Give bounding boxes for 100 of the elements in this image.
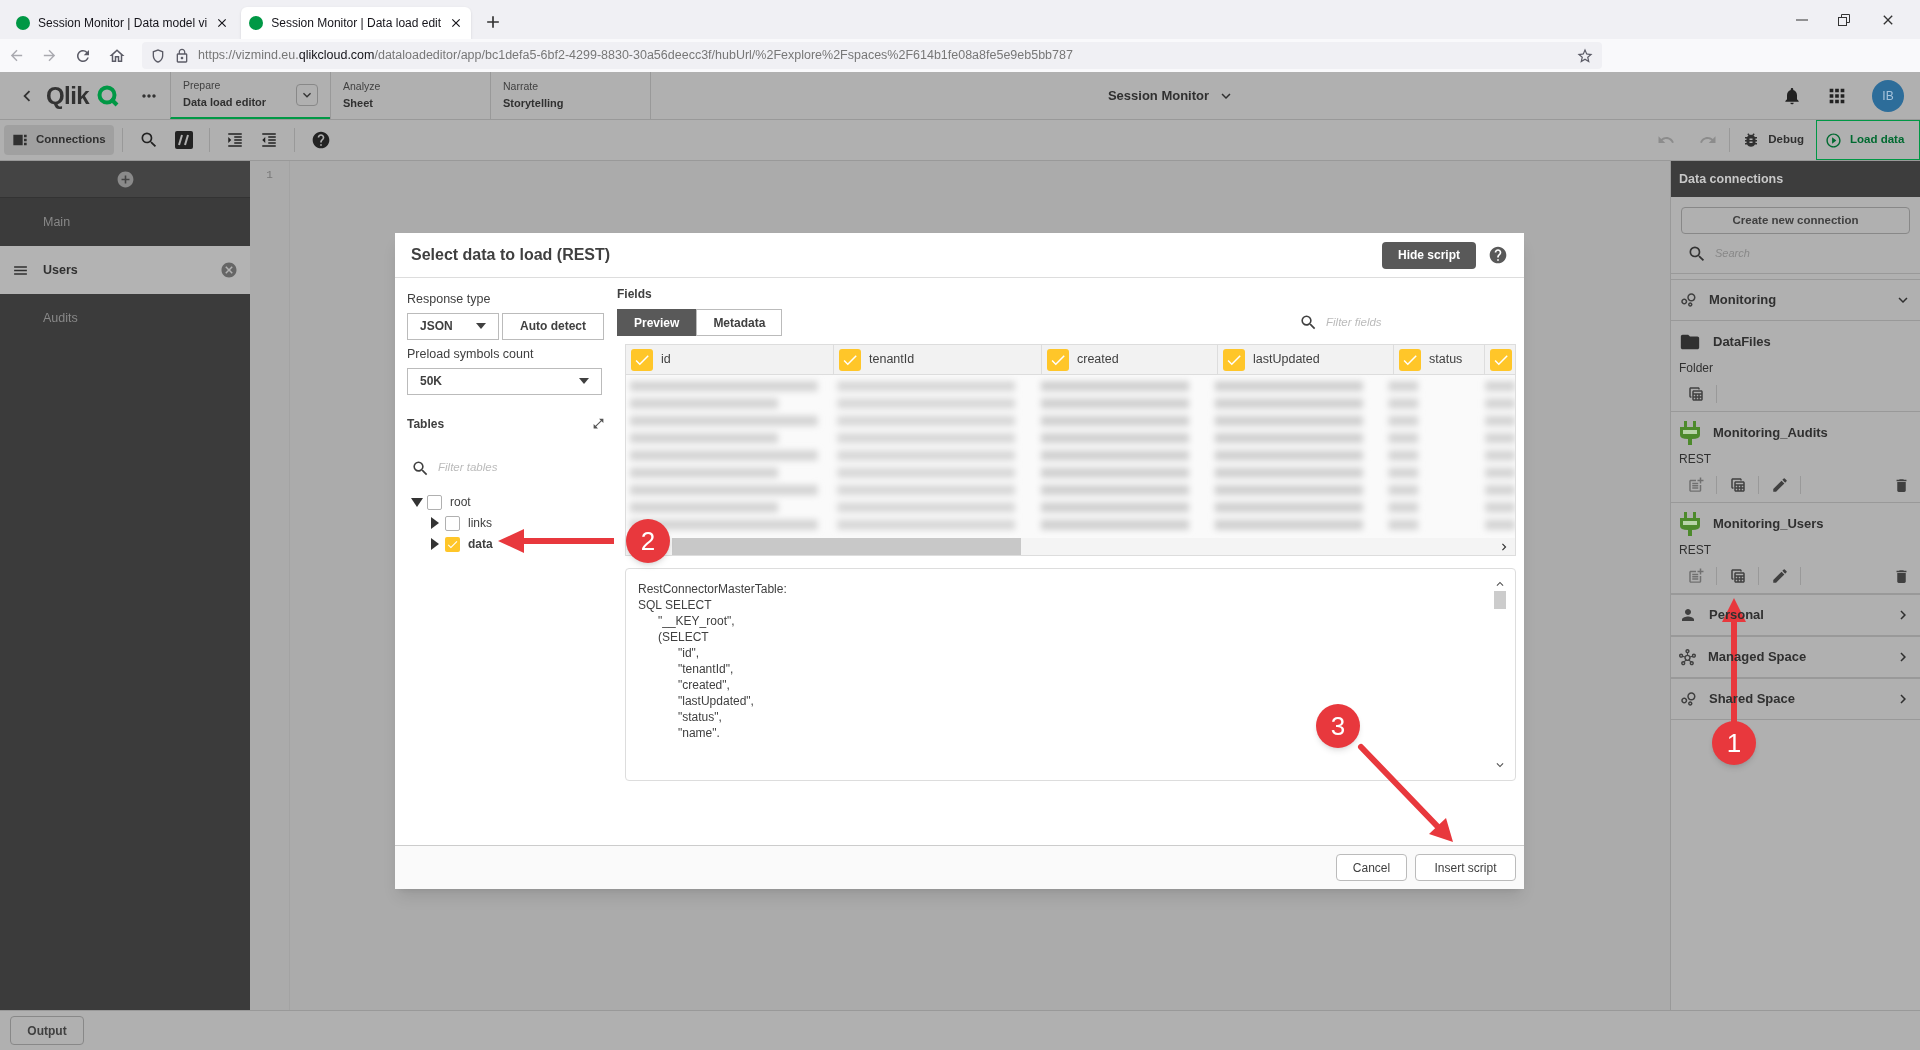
nav-section: Narrate: [503, 79, 638, 96]
column-header[interactable]: lastUpdated: [1218, 345, 1394, 374]
nav-tab[interactable]: Narrate Storytelling: [490, 72, 650, 119]
dropdown-button[interactable]: [296, 83, 318, 106]
load-data-button[interactable]: Load data: [1816, 120, 1920, 160]
scrollbar-thumb[interactable]: [1494, 591, 1506, 609]
primary-action-button[interactable]: Insert script: [1415, 854, 1516, 881]
help-icon[interactable]: [1488, 245, 1508, 265]
tab-title: Session Monitor | Data model vi: [38, 15, 208, 32]
section-item[interactable]: Audits: [0, 294, 250, 342]
script-line: RestConnectorMasterTable:: [638, 583, 788, 596]
logo-text[interactable]: Qlik: [46, 77, 89, 114]
view-tab[interactable]: Preview: [617, 309, 697, 336]
table-name[interactable]: data: [468, 535, 493, 553]
checkbox[interactable]: [1223, 348, 1245, 371]
column-header[interactable]: status: [1394, 345, 1485, 374]
section-item[interactable]: Users: [0, 246, 250, 294]
network-icon: [1679, 648, 1696, 666]
panel-header: Data connections: [1671, 161, 1920, 197]
browser-tab[interactable]: Session Monitor | Data load edit: [241, 7, 472, 39]
connection-type: REST: [1678, 451, 1712, 468]
panel-icon: [12, 132, 28, 148]
secondary-action-button[interactable]: Cancel: [1336, 854, 1407, 881]
create-connection-button[interactable]: Create new connection: [1681, 207, 1910, 234]
nav-section: Prepare: [183, 78, 296, 95]
address-bar[interactable]: https://vizmind.eu.qlikcloud.com/dataloadeditor/app/bc1defa5-6bf2-4299-8830-30a56deecc3f/hubUrl/%2Fexplore%2Fspaces%2F614b1fe08a8fe5e9eb5bb787: [142, 42, 1602, 69]
tab-title: Session Monitor | Data load edit: [271, 15, 442, 32]
script-line: "status",: [677, 711, 723, 724]
preload-select[interactable]: 50K: [407, 367, 602, 395]
script-line: "name".: [677, 727, 721, 740]
connection-name[interactable]: DataFiles: [1713, 332, 1771, 352]
nav-label: Sheet: [343, 96, 374, 112]
expand-icon[interactable]: [592, 417, 605, 430]
table-name[interactable]: links: [468, 514, 492, 532]
connections-button[interactable]: Connections: [4, 125, 114, 155]
url-text: https://vizmind.eu.qlikcloud.com/dataloadeditor/app/bc1defa5-6bf2-4299-8830-30a56deecc3f/hubUrl/%2Fexplore%2Fspaces%2F614b1fe08a8fe5e9eb5bb787: [198, 47, 1073, 65]
edit-icon[interactable]: [1770, 567, 1789, 585]
edit-icon[interactable]: [1770, 476, 1789, 494]
space-name[interactable]: Monitoring: [1709, 290, 1882, 310]
add-section-icon[interactable]: [115, 169, 135, 189]
nav-label: Storytelling: [503, 96, 565, 112]
search-icon[interactable]: [411, 458, 430, 478]
scrollbar-thumb[interactable]: [672, 538, 1021, 555]
connection-name[interactable]: Monitoring_Users: [1713, 514, 1824, 534]
field-label: Preload symbols count: [407, 345, 535, 363]
view-tab[interactable]: Metadata: [696, 309, 783, 336]
script-line: (SELECT: [657, 631, 710, 644]
logo-ring-icon: [96, 84, 119, 107]
table-icon[interactable]: [1728, 567, 1747, 585]
section-name: Main: [42, 213, 72, 231]
column-header[interactable]: id: [626, 345, 834, 374]
table-icon[interactable]: [1728, 476, 1747, 494]
circle-nodes-icon: [1679, 690, 1697, 708]
connection-name[interactable]: Monitoring_Audits: [1713, 423, 1828, 443]
dialog-title: Select data to load (REST): [411, 245, 611, 265]
lock-icon[interactable]: [174, 47, 190, 64]
checkbox[interactable]: [445, 536, 460, 552]
bell-icon[interactable]: [1782, 85, 1802, 106]
section-item[interactable]: Main: [0, 198, 250, 246]
hide-script-button[interactable]: Hide script: [1382, 241, 1476, 269]
response-type-select[interactable]: JSON: [407, 312, 499, 340]
checkbox[interactable]: [1047, 348, 1069, 371]
circle-nodes-icon: [1679, 291, 1697, 309]
script-line: "created",: [677, 679, 731, 692]
outdent-icon[interactable]: [259, 131, 278, 149]
search-icon[interactable]: [1299, 313, 1318, 332]
table-icon[interactable]: [1686, 385, 1705, 403]
checkbox[interactable]: [839, 348, 861, 371]
debug-button[interactable]: Debug: [1730, 131, 1816, 149]
checkbox[interactable]: [1399, 348, 1421, 371]
nav-tab[interactable]: Analyze Sheet: [330, 72, 490, 119]
section-heading: Tables: [407, 415, 445, 433]
browser-tab[interactable]: Session Monitor | Data model vi: [8, 7, 238, 39]
remove-icon[interactable]: [220, 261, 238, 279]
output-button[interactable]: Output: [10, 1016, 84, 1045]
indent-icon[interactable]: [225, 131, 244, 149]
filter-tables-field[interactable]: Filter tables: [438, 459, 588, 477]
script-line: "lastUpdated",: [677, 695, 755, 708]
play-icon: [1825, 131, 1842, 149]
nav-label: Data load editor: [183, 95, 268, 111]
shield-icon[interactable]: [150, 47, 166, 64]
filter-fields-field[interactable]: Filter fields: [1326, 313, 1436, 332]
app-title[interactable]: Session Monitor: [1107, 85, 1210, 106]
checkbox[interactable]: [427, 494, 442, 510]
restore-icon[interactable]: [1838, 13, 1850, 26]
checkbox[interactable]: [631, 348, 653, 371]
plug-icon: [1679, 512, 1701, 536]
connection-type: Folder: [1678, 360, 1714, 377]
section-heading: Fields: [617, 286, 653, 303]
script-line: "__KEY_root",: [657, 615, 736, 628]
checkbox[interactable]: [1490, 348, 1512, 371]
help-icon[interactable]: [310, 130, 331, 150]
table-name[interactable]: root: [450, 493, 471, 511]
nav-section: Analyze: [343, 79, 478, 96]
person-icon: [1679, 606, 1697, 624]
column-header[interactable]: tenantId: [834, 345, 1042, 374]
comment-slashes-icon[interactable]: [174, 131, 193, 149]
auto-detect-button[interactable]: Auto detect: [502, 312, 604, 340]
column-header[interactable]: created: [1042, 345, 1218, 374]
checkbox[interactable]: [445, 515, 460, 531]
